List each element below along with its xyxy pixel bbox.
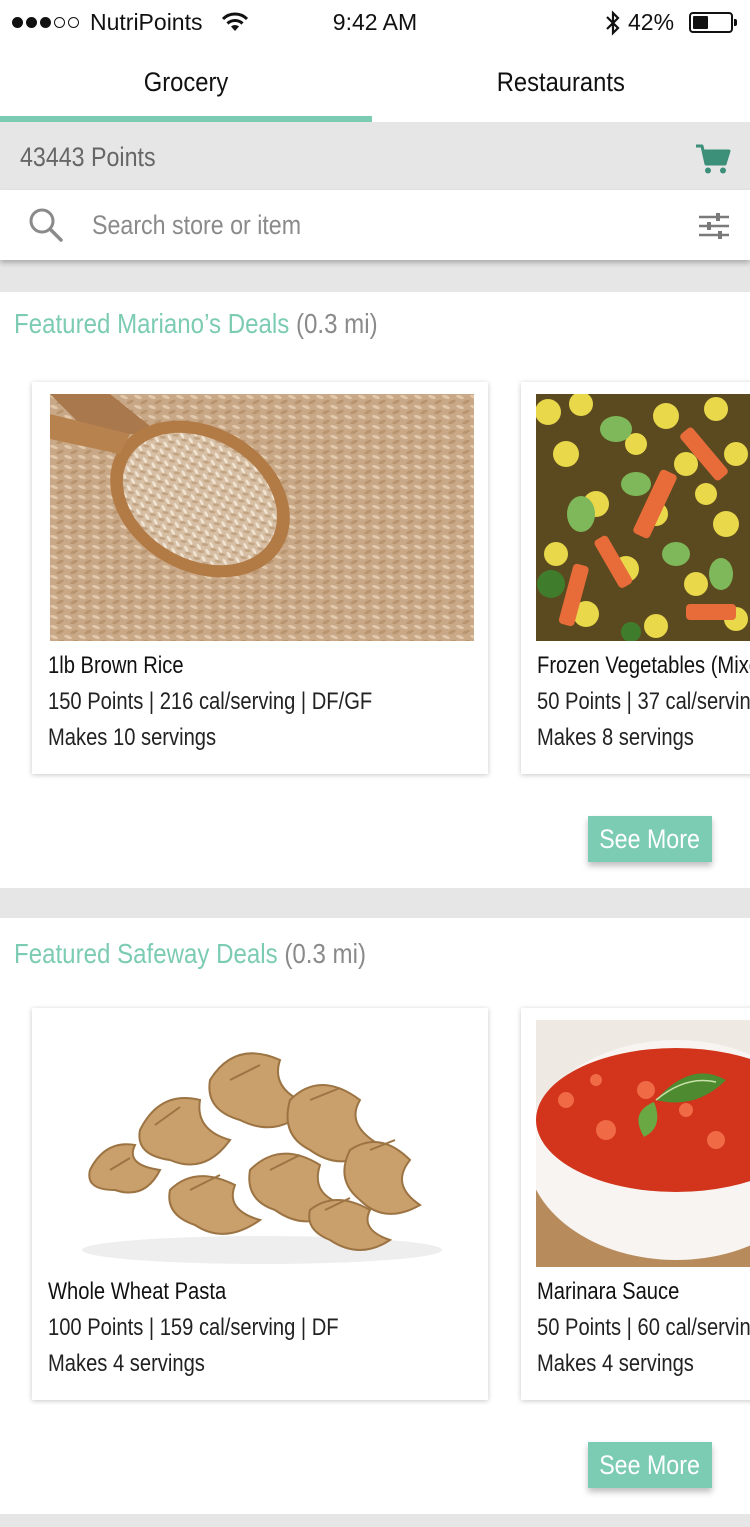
battery-percent: 42% [628, 9, 675, 35]
item-info: 150 Points | 216 cal/serving | DF/GF [48, 688, 373, 715]
section-title: Featured Safeway Deals (0.3 mi) [14, 938, 366, 970]
whole-wheat-pasta-image [50, 1020, 474, 1267]
deals-section-marianos: Featured Mariano’s Deals (0.3 mi) 1lb Br… [0, 292, 750, 888]
shopping-cart-icon[interactable] [695, 143, 731, 180]
tab-restaurants[interactable]: Restaurants [372, 46, 750, 122]
item-name: Marinara Sauce [537, 1278, 680, 1305]
search-bar [0, 190, 750, 260]
search-input[interactable] [92, 204, 574, 246]
deal-card[interactable]: Whole Wheat Pasta 100 Points | 159 cal/s… [32, 1008, 488, 1400]
deals-section-safeway: Featured Safeway Deals (0.3 mi) Whole Wh… [0, 918, 750, 1514]
item-info: 100 Points | 159 cal/serving | DF [48, 1314, 339, 1341]
filter-sliders-icon[interactable] [699, 213, 729, 244]
see-more-button[interactable]: See More [588, 1442, 712, 1488]
store-name[interactable]: Featured Mariano’s Deals [14, 308, 289, 339]
see-more-button[interactable]: See More [588, 816, 712, 862]
tab-restaurants-label: Restaurants [496, 67, 626, 97]
brown-rice-image [50, 394, 474, 641]
bluetooth-icon [604, 10, 622, 41]
item-servings: Makes 10 servings [48, 724, 217, 751]
tab-bar: Grocery Restaurants [0, 46, 750, 122]
points-bar: 43443 Points [0, 122, 750, 190]
deal-card[interactable]: Frozen Vegetables (Mixed) 50 Points | 37… [521, 382, 750, 774]
status-bar: NutriPoints 9:42 AM 42% [0, 0, 750, 46]
item-name: Whole Wheat Pasta [48, 1278, 227, 1305]
tab-grocery[interactable]: Grocery [0, 46, 372, 122]
tab-grocery-label: Grocery [143, 67, 229, 97]
see-more-label: See More [599, 823, 701, 854]
marinara-sauce-image [536, 1020, 750, 1267]
item-servings: Makes 4 servings [537, 1350, 694, 1377]
item-servings: Makes 4 servings [48, 1350, 205, 1377]
item-name: Frozen Vegetables (Mixed) [537, 652, 750, 679]
store-name[interactable]: Featured Safeway Deals [14, 938, 278, 969]
points-balance: 43443 Points [20, 142, 156, 172]
battery-icon [689, 12, 737, 33]
deal-card[interactable]: Marinara Sauce 50 Points | 60 cal/servin… [521, 1008, 750, 1400]
store-distance: (0.3 mi) [295, 308, 378, 339]
item-name: 1lb Brown Rice [48, 652, 184, 679]
store-distance: (0.3 mi) [284, 938, 366, 969]
see-more-label: See More [599, 1449, 701, 1480]
frozen-vegetables-image [536, 394, 750, 641]
search-icon[interactable] [28, 207, 64, 248]
section-title: Featured Mariano’s Deals (0.3 mi) [14, 308, 378, 340]
item-info: 50 Points | 60 cal/serving [537, 1314, 750, 1341]
item-servings: Makes 8 servings [537, 724, 694, 751]
item-info: 50 Points | 37 cal/serving [537, 688, 750, 715]
deal-card[interactable]: 1lb Brown Rice 150 Points | 216 cal/serv… [32, 382, 488, 774]
